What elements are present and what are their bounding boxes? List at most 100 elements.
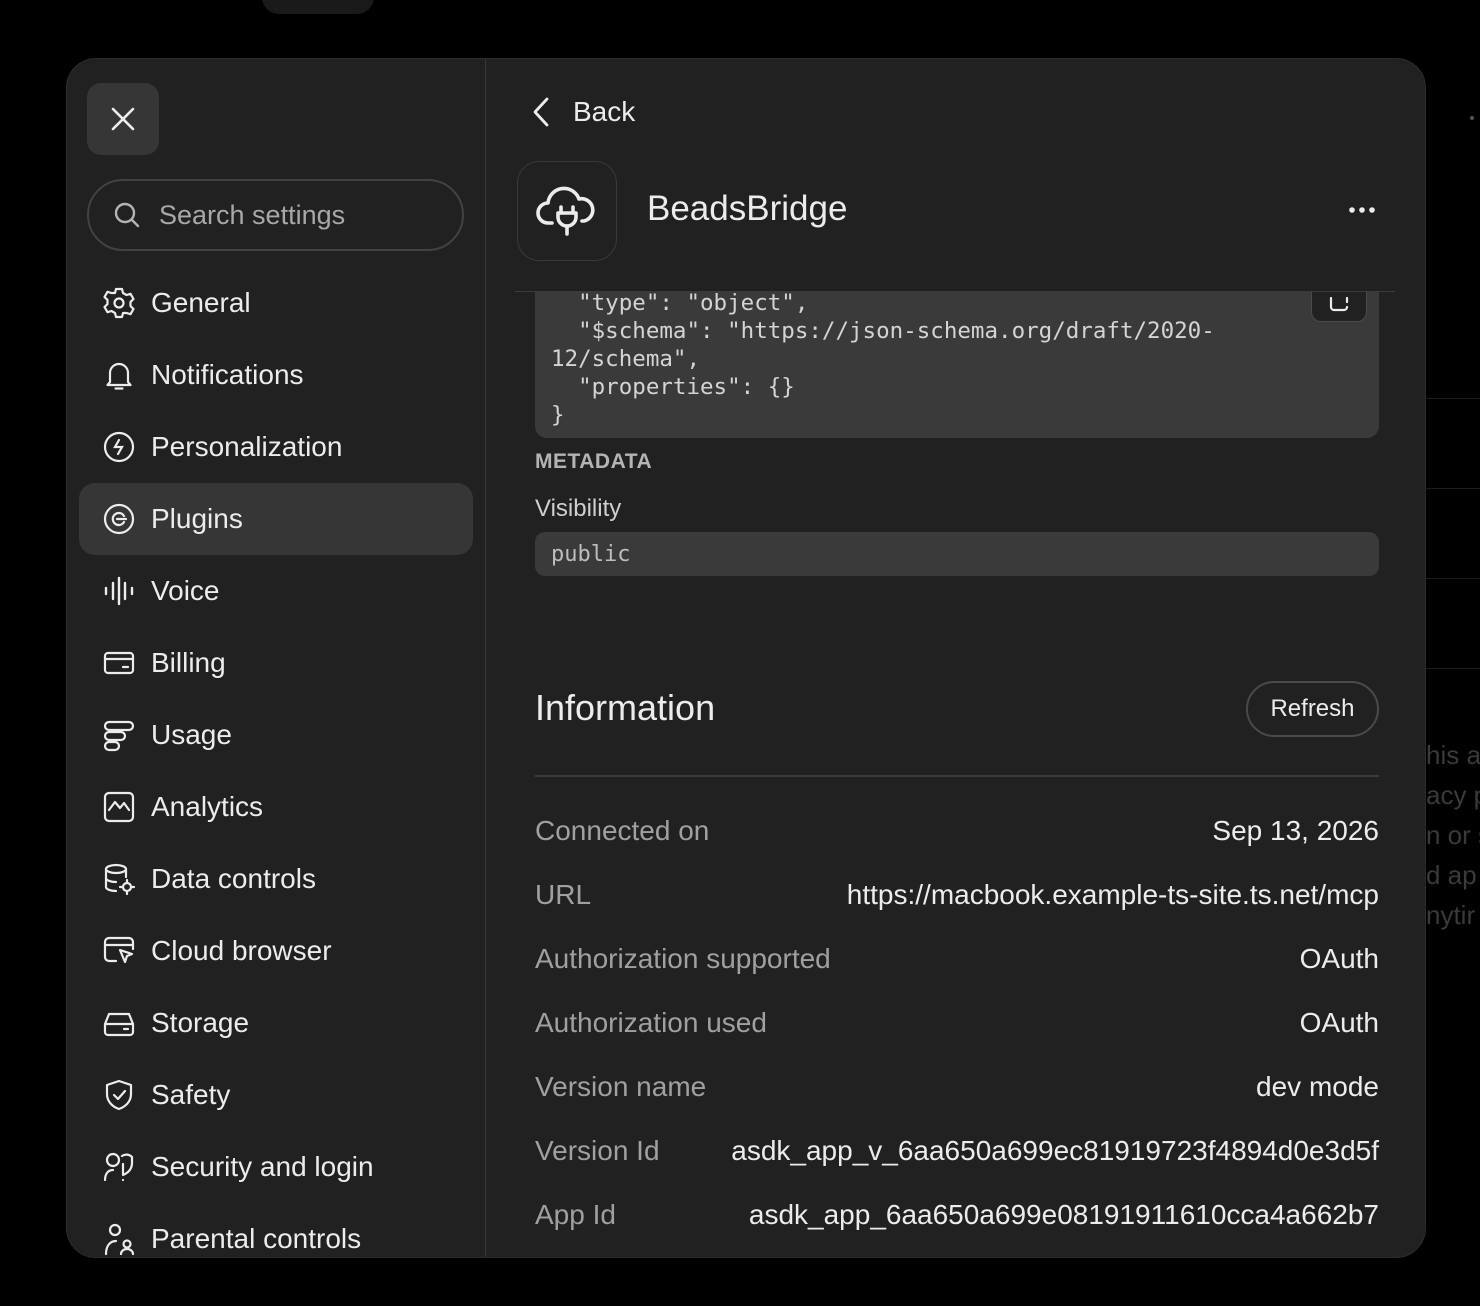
info-key: Authorization used (535, 1007, 767, 1038)
chevron-left-icon (533, 97, 549, 127)
info-value: dev mode (1256, 1071, 1379, 1102)
shield-check-icon (101, 1077, 137, 1113)
sidebar-item-usage[interactable]: Usage (79, 699, 473, 771)
schema-code: "type": "object", "$schema": "https://js… (551, 292, 1215, 428)
usage-icon (101, 717, 137, 753)
more-options-button[interactable] (1342, 195, 1382, 225)
background-divider (1426, 668, 1480, 669)
plugin-detail-panel: Back BeadsBridge "type": "object", "$sch… (487, 59, 1425, 1257)
sidebar-item-personalization[interactable]: Personalization (79, 411, 473, 483)
sidebar-item-label: Billing (151, 647, 226, 678)
sidebar-item-label: Cloud browser (151, 935, 332, 966)
visibility-value: public (535, 532, 1379, 576)
sidebar-item-label: General (151, 287, 251, 318)
personalization-icon (101, 429, 137, 465)
information-divider (535, 775, 1379, 777)
background-dot (1470, 116, 1474, 120)
background-text: d ap (1426, 860, 1477, 890)
background-text: n or s (1426, 820, 1480, 850)
database-icon (101, 861, 137, 897)
info-key: Connected on (535, 815, 710, 846)
more-icon (1349, 207, 1375, 213)
sidebar-item-billing[interactable]: Billing (79, 627, 473, 699)
info-key: Authorization supported (535, 943, 831, 974)
sidebar-item-notifications[interactable]: Notifications (79, 339, 473, 411)
refresh-button[interactable]: Refresh (1246, 681, 1379, 737)
credit-card-icon (101, 645, 137, 681)
background-text: nytir (1426, 900, 1476, 930)
sidebar-item-cloud-browser[interactable]: Cloud browser (79, 915, 473, 987)
sidebar-item-parental-controls[interactable]: Parental controls (79, 1203, 473, 1257)
info-row-app-id: App Id asdk_app_6aa650a699e08191911610cc… (535, 1183, 1379, 1247)
search-input[interactable] (159, 199, 419, 231)
info-value: Sep 13, 2026 (1212, 815, 1379, 846)
sidebar-item-label: Usage (151, 719, 232, 750)
sidebar-item-label: Security and login (151, 1151, 374, 1182)
sidebar-item-label: Plugins (151, 503, 243, 534)
background-divider (1426, 578, 1480, 579)
voice-icon (101, 573, 137, 609)
schema-code-block: "type": "object", "$schema": "https://js… (535, 292, 1379, 438)
background-pill (262, 0, 374, 14)
bell-icon (101, 357, 137, 393)
background-divider (1426, 488, 1480, 489)
cloud-browser-icon (101, 933, 137, 969)
information-list: Connected on Sep 13, 2026 URL https://ma… (535, 799, 1379, 1247)
info-row-authorization-supported: Authorization supported OAuth (535, 927, 1379, 991)
sidebar-item-label: Data controls (151, 863, 316, 894)
sidebar-item-voice[interactable]: Voice (79, 555, 473, 627)
info-value: asdk_app_6aa650a699e08191911610cca4a662b… (748, 1199, 1379, 1230)
sidebar-item-label: Storage (151, 1007, 250, 1038)
sidebar-nav: General Notifications Personalization Pl… (79, 267, 473, 1257)
sidebar-item-label: Analytics (151, 791, 264, 822)
parental-icon (101, 1221, 137, 1257)
info-row-version-name: Version name dev mode (535, 1055, 1379, 1119)
info-key: Version Id (535, 1135, 660, 1166)
info-value: OAuth (1299, 1007, 1379, 1038)
info-key: URL (535, 879, 592, 910)
info-value: https://macbook.example-ts-site.ts.net/m… (846, 879, 1379, 910)
copy-icon (1329, 297, 1349, 312)
app-name: BeadsBridge (647, 189, 848, 228)
sidebar-item-plugins[interactable]: Plugins (79, 483, 473, 555)
sidebar-item-security-and-login[interactable]: Security and login (79, 1131, 473, 1203)
info-row-url: URL https://macbook.example-ts-site.ts.n… (535, 863, 1379, 927)
storage-icon (101, 1005, 137, 1041)
search-icon (114, 202, 140, 228)
settings-modal: General Notifications Pe (66, 58, 1426, 1258)
cloud-plug-icon (536, 186, 595, 236)
information-heading: Information (535, 687, 716, 728)
sidebar-item-general[interactable]: General (79, 267, 473, 339)
sidebar-item-analytics[interactable]: Analytics (79, 771, 473, 843)
sidebar-item-safety[interactable]: Safety (79, 1059, 473, 1131)
info-row-authorization-used: Authorization used OAuth (535, 991, 1379, 1055)
visibility-label: Visibility (535, 495, 622, 522)
info-value: asdk_app_v_6aa650a699ec81919723f4894d0e3… (731, 1135, 1379, 1166)
security-icon (101, 1149, 137, 1185)
gear-icon (101, 285, 137, 321)
sidebar-item-label: Safety (151, 1079, 231, 1110)
back-label: Back (573, 96, 636, 127)
settings-sidebar: General Notifications Pe (67, 59, 486, 1257)
background-text: his a (1426, 740, 1480, 770)
info-key: App Id (535, 1199, 616, 1230)
close-icon (111, 107, 135, 131)
analytics-icon (101, 789, 137, 825)
sidebar-item-data-controls[interactable]: Data controls (79, 843, 473, 915)
sidebar-item-label: Parental controls (151, 1223, 362, 1254)
app-icon (517, 161, 617, 261)
background-text: acy p (1426, 780, 1480, 810)
sidebar-item-label: Notifications (151, 359, 304, 390)
plugins-icon (101, 501, 137, 537)
sidebar-item-storage[interactable]: Storage (79, 987, 473, 1059)
copy-button[interactable] (1311, 292, 1367, 322)
info-key: Version name (535, 1071, 707, 1102)
back-button[interactable]: Back (531, 87, 635, 137)
info-row-version-id: Version Id asdk_app_v_6aa650a699ec819197… (535, 1119, 1379, 1183)
info-value: OAuth (1299, 943, 1379, 974)
sidebar-item-label: Personalization (151, 431, 343, 462)
sidebar-item-label: Voice (151, 575, 220, 606)
metadata-heading: METADATA (535, 450, 653, 473)
close-button[interactable] (87, 83, 159, 155)
search-settings[interactable] (87, 179, 464, 251)
